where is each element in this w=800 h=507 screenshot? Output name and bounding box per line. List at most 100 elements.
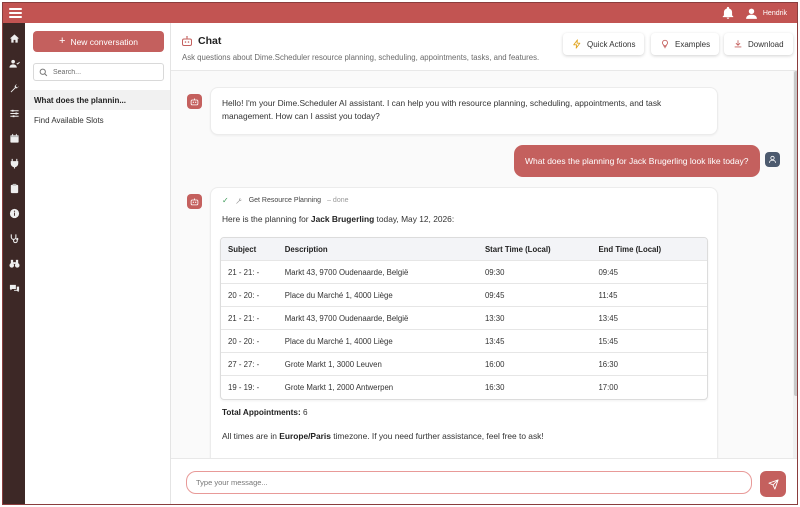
- app-window: Hendrik + New conversation What does the…: [2, 2, 798, 505]
- table-row: 27 - 27: - Grote Markt 1, 3000 Leuven 16…: [221, 353, 707, 376]
- bot-icon: [190, 198, 199, 206]
- table-cell: 09:30: [484, 267, 505, 277]
- timezone-note: All times are in Europe/Paris timezone. …: [222, 431, 544, 441]
- check-icon: ✓: [222, 196, 229, 205]
- top-bar: Hendrik: [3, 3, 797, 23]
- bot-icon: [190, 98, 199, 106]
- chat-title-text: Chat: [198, 35, 222, 47]
- conversation-label: Find Available Slots: [34, 115, 104, 125]
- tool-call-status: ✓ Get Resource Planning – done: [222, 196, 349, 205]
- lightning-icon: [573, 39, 581, 49]
- table-header-row: Subject Description Start Time (Local) E…: [221, 238, 707, 261]
- chat-icon[interactable]: [7, 281, 21, 295]
- total-label: Total Appointments:: [222, 408, 301, 417]
- new-conversation-button[interactable]: + New conversation: [33, 31, 164, 52]
- column-header: Start Time (Local): [484, 244, 551, 254]
- bot-icon: [182, 36, 192, 46]
- stethoscope-icon[interactable]: [7, 231, 21, 245]
- top-bar-actions: Hendrik: [721, 3, 787, 23]
- wrench-icon: [235, 197, 242, 204]
- composer: [171, 458, 797, 504]
- search-box: [33, 63, 164, 81]
- user-menu[interactable]: Hendrik: [745, 7, 787, 20]
- tz-name: Europe/Paris: [279, 431, 331, 441]
- table-cell: 09:45: [598, 267, 618, 277]
- table-cell: 20 - 20: -: [228, 290, 260, 300]
- chat-subtitle: Ask questions about Dime.Scheduler resou…: [182, 53, 540, 62]
- chat-header: Chat Ask questions about Dime.Scheduler …: [171, 23, 797, 71]
- table-row: 21 - 21: - Markt 43, 9700 Oudenaarde, Be…: [221, 307, 707, 330]
- table-cell: 13:45: [484, 336, 505, 346]
- table-row: 20 - 20: - Place du Marché 1, 4000 Liège…: [221, 330, 707, 353]
- table-cell: 15:45: [598, 336, 618, 346]
- table-cell: 19 - 19: -: [228, 383, 260, 392]
- bot-avatar: [187, 194, 202, 209]
- resource-name: Jack Brugerling: [310, 214, 375, 224]
- calendar-icon[interactable]: [7, 131, 21, 145]
- tz-suffix: timezone. If you need further assistance…: [330, 431, 544, 441]
- column-header: Subject: [228, 244, 257, 254]
- assistant-message: Hello! I'm your Dime.Scheduler AI assist…: [210, 87, 718, 135]
- column-header: Description: [284, 244, 328, 254]
- conversation-sidebar: + New conversation What does the plannin…: [25, 23, 171, 504]
- download-icon: [734, 40, 742, 48]
- table-cell: 13:30: [484, 313, 505, 323]
- table-cell: 16:30: [598, 359, 618, 369]
- table-cell: 20 - 20: -: [228, 336, 260, 346]
- examples-button[interactable]: Examples: [651, 33, 720, 55]
- clipboard-icon[interactable]: [7, 181, 21, 195]
- chat-scrollbar[interactable]: [793, 71, 797, 466]
- user-icon: [769, 155, 776, 163]
- user-avatar: [765, 152, 780, 167]
- wrench-icon[interactable]: [7, 81, 21, 95]
- sliders-icon[interactable]: [7, 106, 21, 120]
- column-header: End Time (Local): [598, 244, 662, 254]
- table-cell: 13:45: [598, 313, 618, 323]
- info-icon[interactable]: [7, 206, 21, 220]
- table-row: 19 - 19: - Grote Markt 1, 2000 Antwerpen…: [221, 376, 707, 399]
- plug-icon[interactable]: [7, 156, 21, 170]
- total-value: 6: [302, 408, 308, 417]
- page-title: Chat: [181, 35, 221, 47]
- new-conversation-label: New conversation: [70, 36, 138, 47]
- examples-label: Examples: [675, 39, 711, 49]
- bell-icon[interactable]: [721, 6, 735, 20]
- table-cell: Markt 43, 9700 Oudenaarde, België: [284, 313, 409, 323]
- download-label: Download: [748, 39, 784, 49]
- table-cell: 21 - 21: -: [228, 267, 260, 277]
- table-row: 21 - 21: - Markt 43, 9700 Oudenaarde, Be…: [221, 261, 707, 284]
- users-icon[interactable]: [7, 56, 21, 70]
- assistant-message: ✓ Get Resource Planning – done Here is t…: [210, 187, 718, 466]
- message-input[interactable]: [186, 471, 752, 494]
- total-appointments: Total Appointments: 6: [222, 408, 308, 417]
- download-button[interactable]: Download: [724, 33, 793, 55]
- table-cell: 16:00: [484, 359, 505, 369]
- intro-suffix: today, May 12, 2026:: [374, 214, 455, 224]
- table-cell: Place du Marché 1, 4000 Liège: [284, 336, 393, 346]
- send-button[interactable]: [760, 471, 786, 497]
- table-cell: 09:45: [484, 290, 505, 300]
- lightbulb-icon: [662, 39, 668, 49]
- conversation-item[interactable]: Find Available Slots: [25, 110, 170, 130]
- bot-avatar: [187, 94, 202, 109]
- tool-status: – done: [327, 197, 349, 204]
- plus-icon: +: [59, 35, 66, 47]
- user-icon: [745, 8, 757, 19]
- tool-name: Get Resource Planning: [248, 197, 322, 204]
- send-icon: [767, 478, 779, 490]
- nav-rail: [3, 23, 25, 504]
- search-input[interactable]: [53, 68, 163, 76]
- hamburger-icon[interactable]: [9, 8, 22, 18]
- conversation-item[interactable]: What does the plannin...: [25, 90, 170, 110]
- table-cell: Markt 43, 9700 Oudenaarde, België: [284, 267, 409, 277]
- table-cell: 21 - 21: -: [228, 313, 260, 323]
- chat-main: Chat Ask questions about Dime.Scheduler …: [171, 23, 797, 504]
- table-cell: Grote Markt 1, 2000 Antwerpen: [284, 383, 394, 392]
- tz-prefix: All times are in: [222, 431, 280, 441]
- user-message: What does the planning for Jack Brugerli…: [514, 145, 760, 177]
- quick-actions-button[interactable]: Quick Actions: [563, 33, 645, 55]
- binoculars-icon[interactable]: [7, 256, 21, 270]
- home-icon[interactable]: [7, 31, 21, 45]
- table-cell: 17:00: [598, 383, 618, 392]
- scrollbar-thumb[interactable]: [794, 71, 797, 396]
